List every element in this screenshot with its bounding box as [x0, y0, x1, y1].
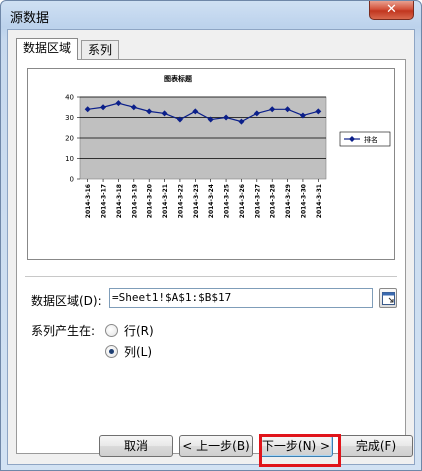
x-tick-label: 2014-3-24	[208, 184, 215, 218]
x-tick-label: 2014-3-17	[101, 184, 108, 218]
collapse-dialog-button[interactable]	[379, 288, 397, 308]
x-tick-label: 2014-3-29	[285, 184, 292, 218]
separator-line	[25, 276, 397, 277]
legend-label: 排名	[364, 135, 378, 144]
y-tick-label: 10	[65, 155, 74, 163]
dialog-window: 源数据 ✕ 数据区域 系列 图表标题 0 10 20 30 40 2014-3-16 201…	[0, 0, 422, 471]
window-title: 源数据	[10, 11, 50, 26]
x-tick-label: 2014-3-23	[193, 184, 200, 218]
tab-panel: 图表标题 0 10 20 30 40 2014-3-16 2014-3-17 2014-3-1…	[16, 59, 406, 454]
range-select-icon	[382, 292, 395, 305]
close-button[interactable]: ✕	[369, 1, 414, 20]
radio-columns-label: 列(L)	[124, 344, 153, 359]
x-tick-label: 2014-3-21	[162, 184, 169, 218]
x-tick-label: 2014-3-22	[177, 184, 184, 218]
y-tick-label: 20	[65, 135, 74, 143]
x-tick-label: 2014-3-31	[316, 184, 323, 218]
x-tick-label: 2014-3-20	[147, 184, 154, 218]
x-tick-label: 2014-3-18	[116, 184, 123, 218]
radio-circle-rows[interactable]	[105, 323, 118, 337]
x-tick-label: 2014-3-27	[254, 184, 261, 218]
back-button[interactable]: < 上一步(B)	[179, 435, 253, 457]
highlight-box	[259, 434, 341, 467]
finish-button[interactable]: 完成(F)	[339, 435, 413, 457]
y-tick-label: 0	[70, 176, 74, 184]
x-tick-label: 2014-3-26	[239, 184, 246, 218]
dialog-client-area: 数据区域 系列 图表标题 0 10 20 30 40 2014-3-16 2014-3-17…	[7, 29, 415, 467]
series-in-label: 系列产生在:	[31, 324, 96, 338]
x-tick-label: 2014-3-30	[300, 184, 307, 218]
cancel-button[interactable]: 取消	[99, 435, 173, 457]
x-tick-label: 2014-3-25	[224, 184, 231, 218]
data-range-input[interactable]: =Sheet1!$A$1:$B$17	[109, 288, 373, 308]
title-bar[interactable]: 源数据 ✕	[1, 1, 421, 29]
x-tick-label: 2014-3-28	[270, 184, 277, 218]
radio-rows-label: 行(R)	[124, 323, 154, 338]
y-tick-label: 30	[65, 114, 74, 122]
y-tick-label: 40	[65, 94, 74, 102]
x-tick-label: 2014-3-19	[131, 184, 138, 218]
radio-circle-columns[interactable]	[105, 344, 118, 358]
chart-title: 图表标题	[164, 74, 193, 83]
x-tick-label: 2014-3-16	[85, 184, 92, 218]
data-range-label: 数据区域(D):	[31, 294, 102, 308]
radio-rows[interactable]: 行(R)	[105, 322, 154, 338]
chart-svg: 图表标题 0 10 20 30 40 2014-3-16 2014-3-17 2014-3-1…	[65, 74, 391, 218]
tab-data-range[interactable]: 数据区域	[16, 38, 79, 60]
tab-series[interactable]: 系列	[81, 40, 120, 60]
radio-columns[interactable]: 列(L)	[105, 343, 152, 359]
chart-preview: 图表标题 0 10 20 30 40 2014-3-16 2014-3-17 2014-3-1…	[27, 68, 395, 260]
